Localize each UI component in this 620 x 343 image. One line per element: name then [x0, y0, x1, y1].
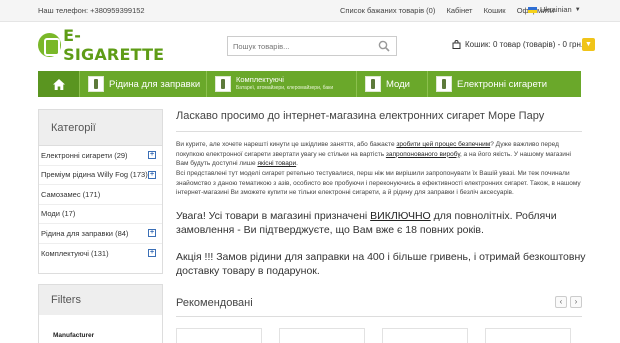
logo-emblem-icon — [38, 33, 62, 57]
product-card[interactable] — [176, 328, 262, 343]
product-card[interactable] — [279, 328, 365, 343]
category-item[interactable]: Рідина для заправки (84) + — [39, 224, 162, 244]
warning-text: Увага! Усі товари в магазині призначені — [176, 210, 371, 222]
caret-down-icon: ▼ — [574, 6, 581, 13]
category-label: Електронні сигарети (29) — [41, 150, 128, 160]
nav-item-sublabel: Батареї, атомайзери, клеромайзери, баки — [236, 85, 334, 91]
expand-plus-icon[interactable]: + — [148, 249, 156, 258]
carousel-next-button[interactable]: › — [570, 296, 582, 308]
ukraine-flag-icon — [528, 6, 537, 13]
promo-text: Акція !!! Замов рідини для заправки на 4… — [176, 251, 586, 277]
category-item[interactable]: Електронні сигарети (29) + — [39, 146, 162, 166]
carousel-prev-button[interactable]: ‹ — [555, 296, 567, 308]
filters-panel: Filters Manufacturer — [38, 284, 163, 343]
liquid-bottle-icon — [88, 76, 104, 92]
components-icon — [215, 76, 231, 92]
category-label: Самозамес (171) — [41, 189, 101, 199]
nav-item-label: Рідина для заправки — [109, 78, 201, 90]
categories-title: Категорії — [39, 110, 162, 146]
nav-item-label: Електронні сигарети — [457, 78, 548, 90]
intro-text: Ви курите, але хочете нарешті кинути це … — [176, 141, 397, 148]
language-label: Ukrainian — [540, 5, 572, 14]
nav-item-label: Моди — [386, 78, 410, 90]
home-icon — [52, 78, 65, 90]
cart-summary-text: Кошик: 0 товар (товарів) - 0 грн. — [465, 40, 584, 49]
nav-item-components[interactable]: Комплектуючі Батареї, атомайзери, клером… — [207, 71, 357, 97]
intro-paragraph: Ви курите, але хочете нарешті кинути це … — [176, 140, 584, 169]
top-utility-bar: Наш телефон: +380959399152 Список бажани… — [0, 0, 620, 22]
search-bar — [227, 36, 397, 56]
mod-device-icon — [365, 76, 381, 92]
nav-item-liquids[interactable]: Рідина для заправки — [80, 71, 207, 97]
divider — [176, 316, 582, 317]
category-label: Рідина для заправки (84) — [41, 228, 129, 238]
shopping-bag-icon — [452, 40, 461, 49]
cart-summary[interactable]: Кошик: 0 товар (товарів) - 0 грн. — [452, 40, 583, 49]
cart-dropdown-button[interactable]: ▼ — [582, 38, 595, 51]
nav-item-ecigarettes[interactable]: Електронні сигарети — [428, 71, 581, 97]
category-label: Комплектуючі (131) — [41, 248, 109, 258]
site-logo[interactable]: E-SIGARETTE — [38, 26, 178, 64]
manufacturer-filter-label: Manufacturer — [53, 332, 95, 339]
categories-panel: Категорії Електронні сигарети (29) + Пре… — [38, 109, 163, 274]
home-nav-button[interactable] — [38, 71, 80, 97]
welcome-heading: Ласкаво просимо до інтернет-магазина еле… — [176, 110, 545, 122]
filters-title: Filters — [39, 285, 162, 315]
language-selector[interactable]: Ukrainian ▼ — [528, 5, 581, 14]
category-label: Преміум рідина Willy Fog (173) — [41, 170, 148, 180]
ecigarette-icon — [436, 76, 452, 92]
category-item[interactable]: Самозамес (171) — [39, 185, 162, 205]
about-paragraph: Всі представлені тут моделі сигарет рете… — [176, 170, 581, 197]
search-icon[interactable] — [378, 40, 390, 52]
warning-emphasis: ВИКЛЮЧНО — [370, 210, 431, 222]
category-label: Моди (17) — [41, 209, 76, 219]
product-card[interactable] — [485, 328, 571, 343]
intro-highlight: якісні товари — [257, 160, 297, 168]
category-item[interactable]: Комплектуючі (131) + — [39, 244, 162, 264]
expand-plus-icon[interactable]: + — [148, 229, 156, 238]
expand-plus-icon[interactable]: + — [148, 170, 156, 179]
intro-highlight: зробити цей процес безпечним — [396, 141, 491, 148]
category-item[interactable]: Преміум рідина Willy Fog (173) + — [39, 166, 162, 185]
category-item[interactable]: Моди (17) — [39, 205, 162, 224]
intro-text: . — [296, 160, 298, 168]
account-link[interactable]: Кабінет — [446, 6, 472, 15]
logo-text: E-SIGARETTE — [63, 26, 165, 64]
wishlist-link[interactable]: Список бажаних товарів (0) — [340, 6, 435, 15]
nav-item-mods[interactable]: Моди — [357, 71, 428, 97]
recommended-heading: Рекомендовані — [176, 297, 253, 309]
intro-highlight: запропонованого виробу — [385, 150, 460, 158]
main-navigation: Рідина для заправки Комплектуючі Батареї… — [38, 71, 581, 97]
search-input[interactable] — [228, 37, 368, 55]
phone-number: Наш телефон: +380959399152 — [38, 6, 145, 15]
expand-plus-icon[interactable]: + — [148, 151, 156, 160]
divider — [176, 131, 582, 132]
cart-link[interactable]: Кошик — [484, 6, 506, 15]
age-warning: Увага! Усі товари в магазині призначені … — [176, 209, 588, 237]
product-card[interactable] — [382, 328, 468, 343]
nav-item-label: Комплектуючі — [236, 75, 284, 84]
